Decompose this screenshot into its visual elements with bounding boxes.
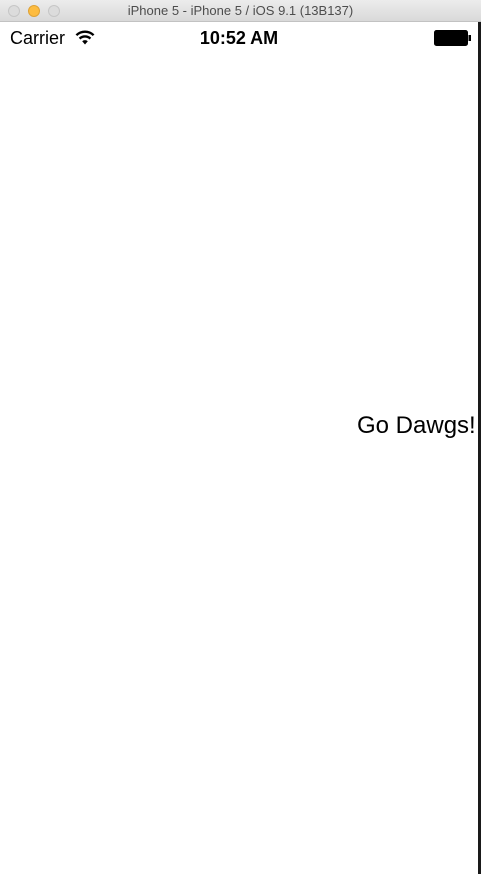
window-title: iPhone 5 - iPhone 5 / iOS 9.1 (13B137) [127,3,354,18]
battery-icon [434,30,471,46]
simulator-window: iPhone 5 - iPhone 5 / iOS 9.1 (13B137) C… [0,0,481,874]
window-titlebar[interactable]: iPhone 5 - iPhone 5 / iOS 9.1 (13B137) [0,0,481,22]
status-time: 10:52 AM [199,28,279,48]
go-dawgs-label: Go Dawgs! [357,412,476,439]
status-bar: Carrier 10:52 AM [0,22,478,54]
